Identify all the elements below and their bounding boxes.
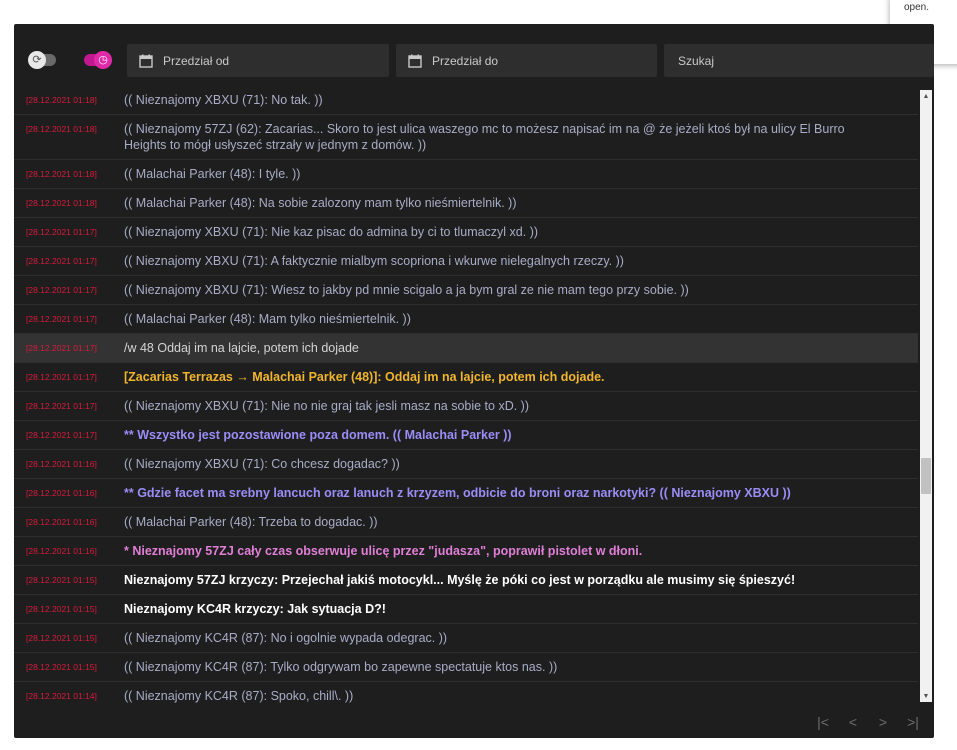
log-row: [28.12.2021 01:15] (( Nieznajomy KC4R (87… xyxy=(14,653,918,682)
search-input[interactable] xyxy=(678,53,898,68)
log-timestamp: [28.12.2021 01:17] xyxy=(26,343,97,353)
log-row: [28.12.2021 01:17] (( Malachai Parker (48… xyxy=(14,305,918,334)
scroll-thumb[interactable] xyxy=(921,458,931,494)
log-row: [28.12.2021 01:17] (( Nieznajomy XBXU (71… xyxy=(14,276,918,305)
log-timestamp: [28.12.2021 01:16] xyxy=(26,546,97,556)
log-row: [28.12.2021 01:16] * Nieznajomy 57ZJ cały… xyxy=(14,537,918,566)
log-scrollbar[interactable]: ▲ ▼ xyxy=(920,90,932,702)
log-timestamp: [28.12.2021 01:17] xyxy=(26,372,97,382)
log-timestamp: [28.12.2021 01:17] xyxy=(26,227,97,237)
log-row: [28.12.2021 01:16] ** Gdzie facet ma sreb… xyxy=(14,479,918,508)
log-message: Nieznajomy 57ZJ krzyczy: Przejechał jaki… xyxy=(124,573,796,587)
log-timestamp: [28.12.2021 01:17] xyxy=(26,256,97,266)
log-message: (( Nieznajomy KC4R (87): Tylko odgrywam … xyxy=(124,660,558,674)
log-timestamp: [28.12.2021 01:16] xyxy=(26,517,97,527)
date-from-field[interactable]: Przedział od xyxy=(127,44,389,77)
log-message: (( Malachai Parker (48): Mam tylko nieśm… xyxy=(124,312,411,326)
timer-icon: ◷ xyxy=(94,51,112,69)
log-timestamp: [28.12.2021 01:17] xyxy=(26,314,97,324)
log-message: (( Malachai Parker (48): Na sobie zalozo… xyxy=(124,196,517,210)
log-timestamp: [28.12.2021 01:18] xyxy=(26,124,97,134)
log-row: [28.12.2021 01:17] [Zacarias Terrazas → M… xyxy=(14,363,918,392)
log-row: [28.12.2021 01:15] (( Nieznajomy KC4R (87… xyxy=(14,624,918,653)
log-row: [28.12.2021 01:18] (( Nieznajomy 57ZJ (62… xyxy=(14,115,918,160)
log-message: (( Nieznajomy KC4R (87): Spoko, chill\. … xyxy=(124,689,354,703)
log-row: [28.12.2021 01:16] (( Nieznajomy XBXU (71… xyxy=(14,450,918,479)
log-timestamp: [28.12.2021 01:18] xyxy=(26,95,97,105)
log-row: [28.12.2021 01:17] ** Wszystko jest pozos… xyxy=(14,421,918,450)
scroll-up-arrow-icon[interactable]: ▲ xyxy=(920,90,932,102)
log-message: ** Gdzie facet ma srebny lancuch oraz la… xyxy=(124,486,791,500)
log-message: (( Malachai Parker (48): I tyle. )) xyxy=(124,167,301,181)
log-row: [28.12.2021 01:17] (( Nieznajomy XBXU (71… xyxy=(14,218,918,247)
log-row: [28.12.2021 01:15] Nieznajomy 57ZJ krzycz… xyxy=(14,566,918,595)
log-message: [Zacarias Terrazas → Malachai Parker (48… xyxy=(124,370,605,384)
log-row: [28.12.2021 01:16] (( Malachai Parker (48… xyxy=(14,508,918,537)
log-row: [28.12.2021 01:18] (( Nieznajomy XBXU (71… xyxy=(14,86,918,115)
log-timestamp: [28.12.2021 01:15] xyxy=(26,604,97,614)
log-message: (( Nieznajomy KC4R (87): No i ogolnie wy… xyxy=(124,631,448,645)
first-page-icon[interactable]: |< xyxy=(816,714,830,730)
log-timestamp: [28.12.2021 01:14] xyxy=(26,691,97,701)
log-timestamp: [28.12.2021 01:16] xyxy=(26,488,97,498)
log-row: [28.12.2021 01:17] /w 48 Oddaj im na lajc… xyxy=(14,334,918,363)
log-timestamp: [28.12.2021 01:15] xyxy=(26,575,97,585)
log-message: * Nieznajomy 57ZJ cały czas obserwuje ul… xyxy=(124,544,643,558)
log-timestamp: [28.12.2021 01:17] xyxy=(26,401,97,411)
log-timestamp: [28.12.2021 01:17] xyxy=(26,430,97,440)
filter-toolbar: ⟳ ◷ Przedział od Przedział do xyxy=(14,44,934,78)
log-message: (( Nieznajomy XBXU (71): A faktycznie mi… xyxy=(124,254,624,268)
log-message: (( Nieznajomy XBXU (71): Wiesz to jakby … xyxy=(124,283,689,297)
search-field[interactable] xyxy=(664,44,934,77)
log-row: [28.12.2021 01:17] (( Nieznajomy XBXU (71… xyxy=(14,392,918,421)
tooltip-text: open. xyxy=(904,2,930,13)
log-message: (( Nieznajomy XBXU (71): Nie no nie graj… xyxy=(124,399,530,413)
log-row: [28.12.2021 01:15] Nieznajomy KC4R krzycz… xyxy=(14,595,918,624)
date-from-placeholder: Przedział od xyxy=(163,53,230,68)
prev-page-icon[interactable]: < xyxy=(846,714,860,730)
log-row: [28.12.2021 01:18] (( Malachai Parker (48… xyxy=(14,160,918,189)
timer-toggle[interactable]: ◷ xyxy=(84,51,112,69)
last-page-icon[interactable]: >| xyxy=(906,714,920,730)
log-timestamp: [28.12.2021 01:15] xyxy=(26,633,97,643)
calendar-icon xyxy=(408,54,422,68)
next-page-icon[interactable]: > xyxy=(876,714,890,730)
log-timestamp: [28.12.2021 01:16] xyxy=(26,459,97,469)
scroll-down-arrow-icon[interactable]: ▼ xyxy=(920,690,932,702)
log-message: (( Nieznajomy XBXU (71): Nie kaz pisac d… xyxy=(124,225,539,239)
log-timestamp: [28.12.2021 01:18] xyxy=(26,198,97,208)
auto-refresh-toggle[interactable]: ⟳ xyxy=(28,51,56,69)
log-row: [28.12.2021 01:17] (( Nieznajomy XBXU (71… xyxy=(14,247,918,276)
chat-log-panel: ⟳ ◷ Przedział od Przedział do Szukaj [28… xyxy=(14,24,934,738)
calendar-icon xyxy=(139,54,153,68)
log-row: [28.12.2021 01:14] (( Nieznajomy KC4R (87… xyxy=(14,682,918,706)
log-timestamp: [28.12.2021 01:15] xyxy=(26,662,97,672)
chat-log-list[interactable]: [28.12.2021 01:18] (( Nieznajomy XBXU (71… xyxy=(14,86,918,706)
date-to-field[interactable]: Przedział do xyxy=(396,44,657,77)
date-to-placeholder: Przedział do xyxy=(432,53,499,68)
log-message: (( Malachai Parker (48): Trzeba to dogad… xyxy=(124,515,378,529)
log-timestamp: [28.12.2021 01:17] xyxy=(26,285,97,295)
log-timestamp: [28.12.2021 01:18] xyxy=(26,169,97,179)
log-row: [28.12.2021 01:18] (( Malachai Parker (48… xyxy=(14,189,918,218)
refresh-icon: ⟳ xyxy=(28,51,46,69)
log-message: Nieznajomy KC4R krzyczy: Jak sytuacja D?… xyxy=(124,602,386,616)
log-message: (( Nieznajomy 57ZJ (62): Zacarias... Sko… xyxy=(124,122,845,152)
pagination: |< < > >| xyxy=(816,714,920,730)
log-message: /w 48 Oddaj im na lajcie, potem ich doja… xyxy=(124,341,359,355)
log-message: (( Nieznajomy XBXU (71): No tak. )) xyxy=(124,93,323,107)
log-message: (( Nieznajomy XBXU (71): Co chcesz dogad… xyxy=(124,457,400,471)
log-message: ** Wszystko jest pozostawione poza domem… xyxy=(124,428,512,442)
